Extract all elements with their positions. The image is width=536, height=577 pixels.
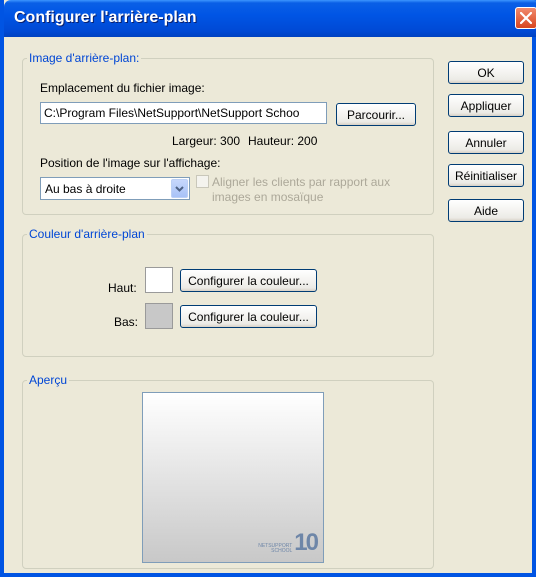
cancel-button[interactable]: Annuler [448,131,524,154]
bottom-color-label: Bas: [114,315,139,329]
chevron-down-icon [175,186,184,192]
bottom-color-button[interactable]: Configurer la couleur... [180,305,317,328]
preview-image: NETSUPPORT SCHOOL 10 [142,392,324,563]
logo-number: 10 [294,529,319,556]
logo-small-text: NETSUPPORT SCHOOL [258,543,293,554]
position-label: Position de l'image sur l'affichage: [40,156,221,170]
combo-arrow-button[interactable] [171,179,188,198]
color-group-legend: Couleur d'arrière-plan [29,227,145,241]
window-title: Configurer l'arrière-plan [14,9,197,26]
image-group-legend: Image d'arrière-plan: [29,51,140,65]
top-color-swatch [145,267,173,293]
image-path-input[interactable]: C:\Program Files\NetSupport\NetSupport S… [40,102,327,124]
height-label: Hauteur: 200 [248,134,318,148]
position-select[interactable]: Au bas à droite [40,177,190,200]
align-clients-label-line2: images en mosaïque [212,190,324,204]
title-bar[interactable]: Configurer l'arrière-plan [4,0,536,37]
position-select-value: Au bas à droite [45,182,126,196]
netsupport-logo: NETSUPPORT SCHOOL 10 [258,529,319,556]
close-icon [520,12,532,24]
dialog-body: Image d'arrière-plan: Emplacement du fic… [8,37,536,573]
top-color-button[interactable]: Configurer la couleur... [180,269,317,292]
browse-button[interactable]: Parcourir... [336,103,416,126]
color-group: Couleur d'arrière-plan [22,227,434,357]
help-button[interactable]: Aide [448,199,524,222]
apply-button[interactable]: Appliquer [448,94,524,117]
top-color-label: Haut: [108,281,137,295]
bottom-color-swatch [145,303,173,329]
preview-group-legend: Aperçu [29,373,68,387]
reset-button[interactable]: Réinitialiser [448,164,524,187]
align-clients-checkbox[interactable] [196,175,209,188]
close-button[interactable] [515,7,536,29]
ok-button[interactable]: OK [448,61,524,84]
location-label: Emplacement du fichier image: [40,81,205,95]
align-clients-label-line1: Aligner les clients par rapport aux [212,175,391,189]
width-label: Largeur: 300 [172,134,241,148]
dialog-window: Configurer l'arrière-plan Image d'arrièr… [0,0,536,577]
